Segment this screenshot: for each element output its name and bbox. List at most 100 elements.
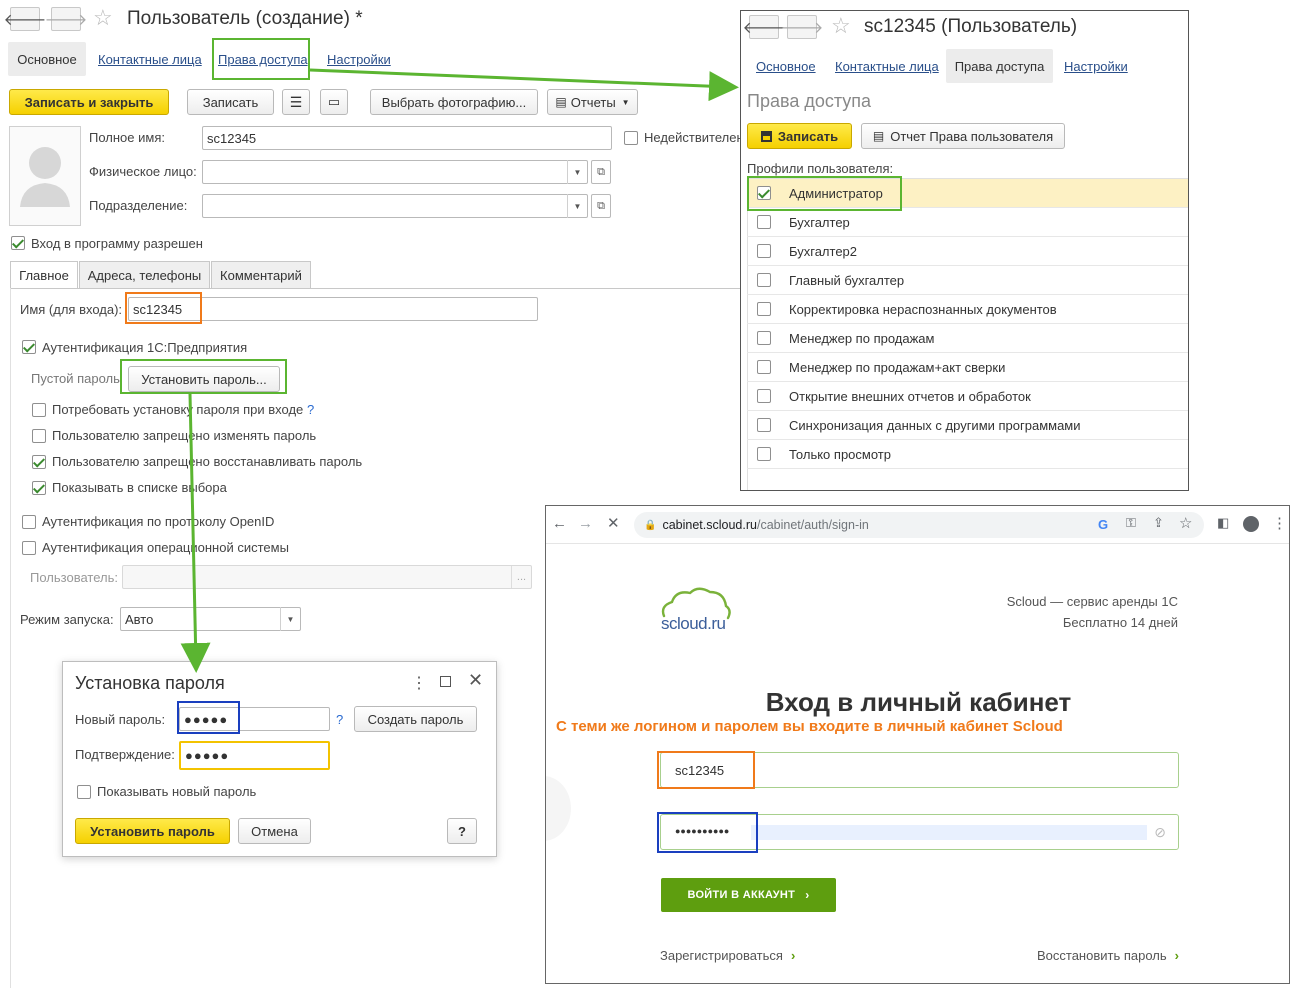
- login-submit-button[interactable]: ВОЙТИ В АККАУНТ ›: [661, 878, 836, 912]
- person-open-button[interactable]: ⧉: [591, 160, 611, 184]
- eye-off-icon[interactable]: ⊘: [1154, 824, 1166, 841]
- register-link[interactable]: Зарегистрироваться ›: [660, 948, 795, 963]
- option-checkbox-0[interactable]: [32, 403, 46, 417]
- tab-general[interactable]: Главное: [10, 261, 78, 289]
- address-bar[interactable]: 🔒 cabinet.scloud.ru/cabinet/auth/sign-in: [634, 512, 1204, 538]
- close-icon[interactable]: ✕: [468, 670, 483, 691]
- forward-arrow-icon[interactable]: →: [578, 515, 593, 532]
- login-allowed-checkbox[interactable]: [11, 236, 25, 250]
- save-and-close-button[interactable]: Записать и закрыть: [9, 89, 169, 115]
- profile-checkbox[interactable]: [757, 273, 771, 287]
- tab-access-rights[interactable]: Права доступа: [946, 49, 1053, 83]
- google-icon[interactable]: G: [1098, 517, 1108, 532]
- tab-contacts[interactable]: Контактные лица: [835, 59, 939, 74]
- arrow-right-icon: 🡒: [44, 11, 88, 29]
- share-icon[interactable]: ⇪: [1153, 515, 1164, 531]
- profile-checkbox[interactable]: [757, 360, 771, 374]
- invalid-checkbox[interactable]: [624, 131, 638, 145]
- profile-checkbox[interactable]: [757, 215, 771, 229]
- document-icon-button[interactable]: ☰: [282, 89, 310, 115]
- option-label-3: Показывать в списке выбора: [52, 480, 227, 495]
- confirm-password-input[interactable]: ●●●●●: [179, 741, 330, 770]
- back-button[interactable]: 🡐: [743, 15, 785, 39]
- tab-settings[interactable]: Настройки: [1064, 59, 1128, 74]
- help-button[interactable]: ?: [447, 818, 477, 844]
- more-icon[interactable]: ⋮: [411, 673, 427, 693]
- help-icon[interactable]: ?: [307, 402, 314, 417]
- menu-icon[interactable]: ⋮: [1272, 514, 1287, 532]
- rights-report-button[interactable]: ▤ Отчет Права пользователя: [861, 123, 1065, 149]
- auth-os-checkbox[interactable]: [22, 541, 36, 555]
- profile-checkbox[interactable]: [757, 389, 771, 403]
- person-input[interactable]: [202, 160, 588, 184]
- profile-row[interactable]: Администратор: [747, 179, 1188, 208]
- back-button[interactable]: 🡐: [4, 7, 46, 31]
- option-checkbox-2[interactable]: [32, 455, 46, 469]
- profile-row[interactable]: Бухгалтер2: [747, 237, 1188, 266]
- restore-password-link[interactable]: Восстановить пароль ›: [1037, 948, 1179, 963]
- save-button[interactable]: Записать: [187, 89, 274, 115]
- profile-row[interactable]: Синхронизация данных с другими программа…: [747, 411, 1188, 440]
- profile-checkbox[interactable]: [757, 244, 771, 258]
- profile-row[interactable]: Главный бухгалтер: [747, 266, 1188, 295]
- save-button[interactable]: Записать: [747, 123, 852, 149]
- tab-comment[interactable]: Комментарий: [211, 261, 311, 289]
- full-name-input[interactable]: sc12345: [202, 126, 612, 150]
- auth-1c-checkbox[interactable]: [22, 340, 36, 354]
- tab-settings[interactable]: Настройки: [327, 52, 391, 67]
- set-password-button[interactable]: Установить пароль...: [128, 366, 280, 392]
- key-icon[interactable]: ⚿: [1126, 515, 1136, 531]
- bookmark-star-icon[interactable]: ☆: [1179, 514, 1192, 532]
- auth-1c-label: Аутентификация 1С:Предприятия: [42, 340, 248, 355]
- department-open-button[interactable]: ⧉: [591, 194, 611, 218]
- option-checkbox-3[interactable]: [32, 481, 46, 495]
- profile-checkbox[interactable]: [757, 302, 771, 316]
- profile-checkbox[interactable]: [757, 186, 771, 200]
- profile-checkbox[interactable]: [757, 331, 771, 345]
- person-dropdown-button[interactable]: ▼: [567, 160, 587, 184]
- show-password-checkbox[interactable]: [77, 785, 91, 799]
- profile-row[interactable]: Открытие внешних отчетов и обработок: [747, 382, 1188, 411]
- choose-photo-button[interactable]: Выбрать фотографию...: [370, 89, 538, 115]
- department-dropdown-button[interactable]: ▼: [567, 194, 587, 218]
- scloud-password-input[interactable]: ●●●●●●●●●● ⊘: [660, 814, 1179, 850]
- stop-icon[interactable]: ✕: [607, 514, 620, 532]
- tab-access-rights[interactable]: Права доступа: [218, 52, 308, 67]
- profile-row[interactable]: Только просмотр: [747, 440, 1188, 469]
- profile-avatar-icon[interactable]: [1243, 516, 1259, 532]
- profile-row[interactable]: Бухгалтер: [747, 208, 1188, 237]
- forward-button[interactable]: 🡒: [781, 15, 823, 39]
- login-name-input[interactable]: sc12345: [128, 297, 538, 321]
- auth-openid-checkbox[interactable]: [22, 515, 36, 529]
- cancel-button[interactable]: Отмена: [238, 818, 311, 844]
- tagline-service: Scloud — сервис аренды 1С: [1006, 594, 1178, 609]
- profile-row[interactable]: Корректировка нераспознанных документов: [747, 295, 1188, 324]
- profile-row[interactable]: Менеджер по продажам: [747, 324, 1188, 353]
- set-password-confirm-button[interactable]: Установить пароль: [75, 818, 230, 844]
- profile-row[interactable]: Менеджер по продажам+акт сверки: [747, 353, 1188, 382]
- maximize-icon[interactable]: [440, 676, 451, 687]
- avatar[interactable]: [9, 126, 81, 226]
- forward-button[interactable]: 🡒: [45, 7, 87, 31]
- launch-mode-select[interactable]: Авто: [120, 607, 301, 631]
- new-password-input[interactable]: ●●●●●: [179, 707, 330, 731]
- tab-addresses[interactable]: Адреса, телефоны: [79, 261, 210, 289]
- option-checkbox-1[interactable]: [32, 429, 46, 443]
- generate-password-button[interactable]: Создать пароль: [354, 706, 477, 732]
- reports-button[interactable]: ▤ Отчеты ▼: [547, 89, 638, 115]
- favorite-star-icon[interactable]: ☆: [93, 5, 113, 31]
- help-icon[interactable]: ?: [336, 712, 343, 727]
- comment-icon-button[interactable]: ▭: [320, 89, 348, 115]
- tab-main[interactable]: Основное: [8, 42, 86, 76]
- department-input[interactable]: [202, 194, 588, 218]
- tab-contacts[interactable]: Контактные лица: [98, 52, 202, 67]
- profile-checkbox[interactable]: [757, 418, 771, 432]
- launch-mode-dropdown[interactable]: ▼: [280, 607, 300, 631]
- scloud-login-input[interactable]: sc12345: [660, 752, 1179, 788]
- favorite-star-icon[interactable]: ☆: [831, 13, 851, 39]
- sidepanel-icon[interactable]: ◧: [1217, 515, 1229, 531]
- profile-checkbox[interactable]: [757, 447, 771, 461]
- back-arrow-icon[interactable]: ←: [552, 515, 567, 532]
- profile-name: Синхронизация данных с другими программа…: [789, 418, 1081, 433]
- tab-main[interactable]: Основное: [756, 59, 816, 74]
